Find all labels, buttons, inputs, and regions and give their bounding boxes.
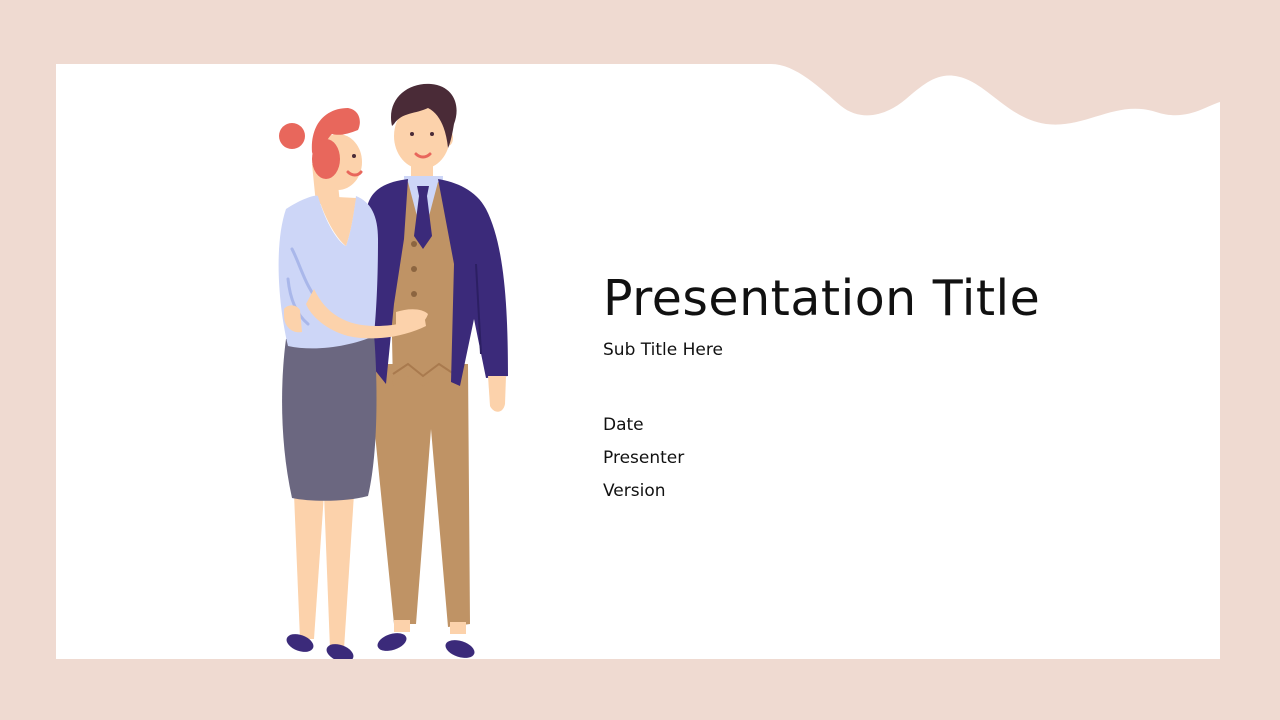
meta-version[interactable]: Version <box>603 475 1163 508</box>
title-block: Presentation Title Sub Title Here Date P… <box>603 269 1163 508</box>
meta-presenter[interactable]: Presenter <box>603 442 1163 475</box>
meta-list: Date Presenter Version <box>603 409 1163 508</box>
man-figure <box>365 83 508 658</box>
presentation-subtitle[interactable]: Sub Title Here <box>603 339 1163 361</box>
presentation-title[interactable]: Presentation Title <box>603 269 1163 329</box>
meta-date[interactable]: Date <box>603 409 1163 442</box>
slide-card: Presentation Title Sub Title Here Date P… <box>56 64 1220 659</box>
